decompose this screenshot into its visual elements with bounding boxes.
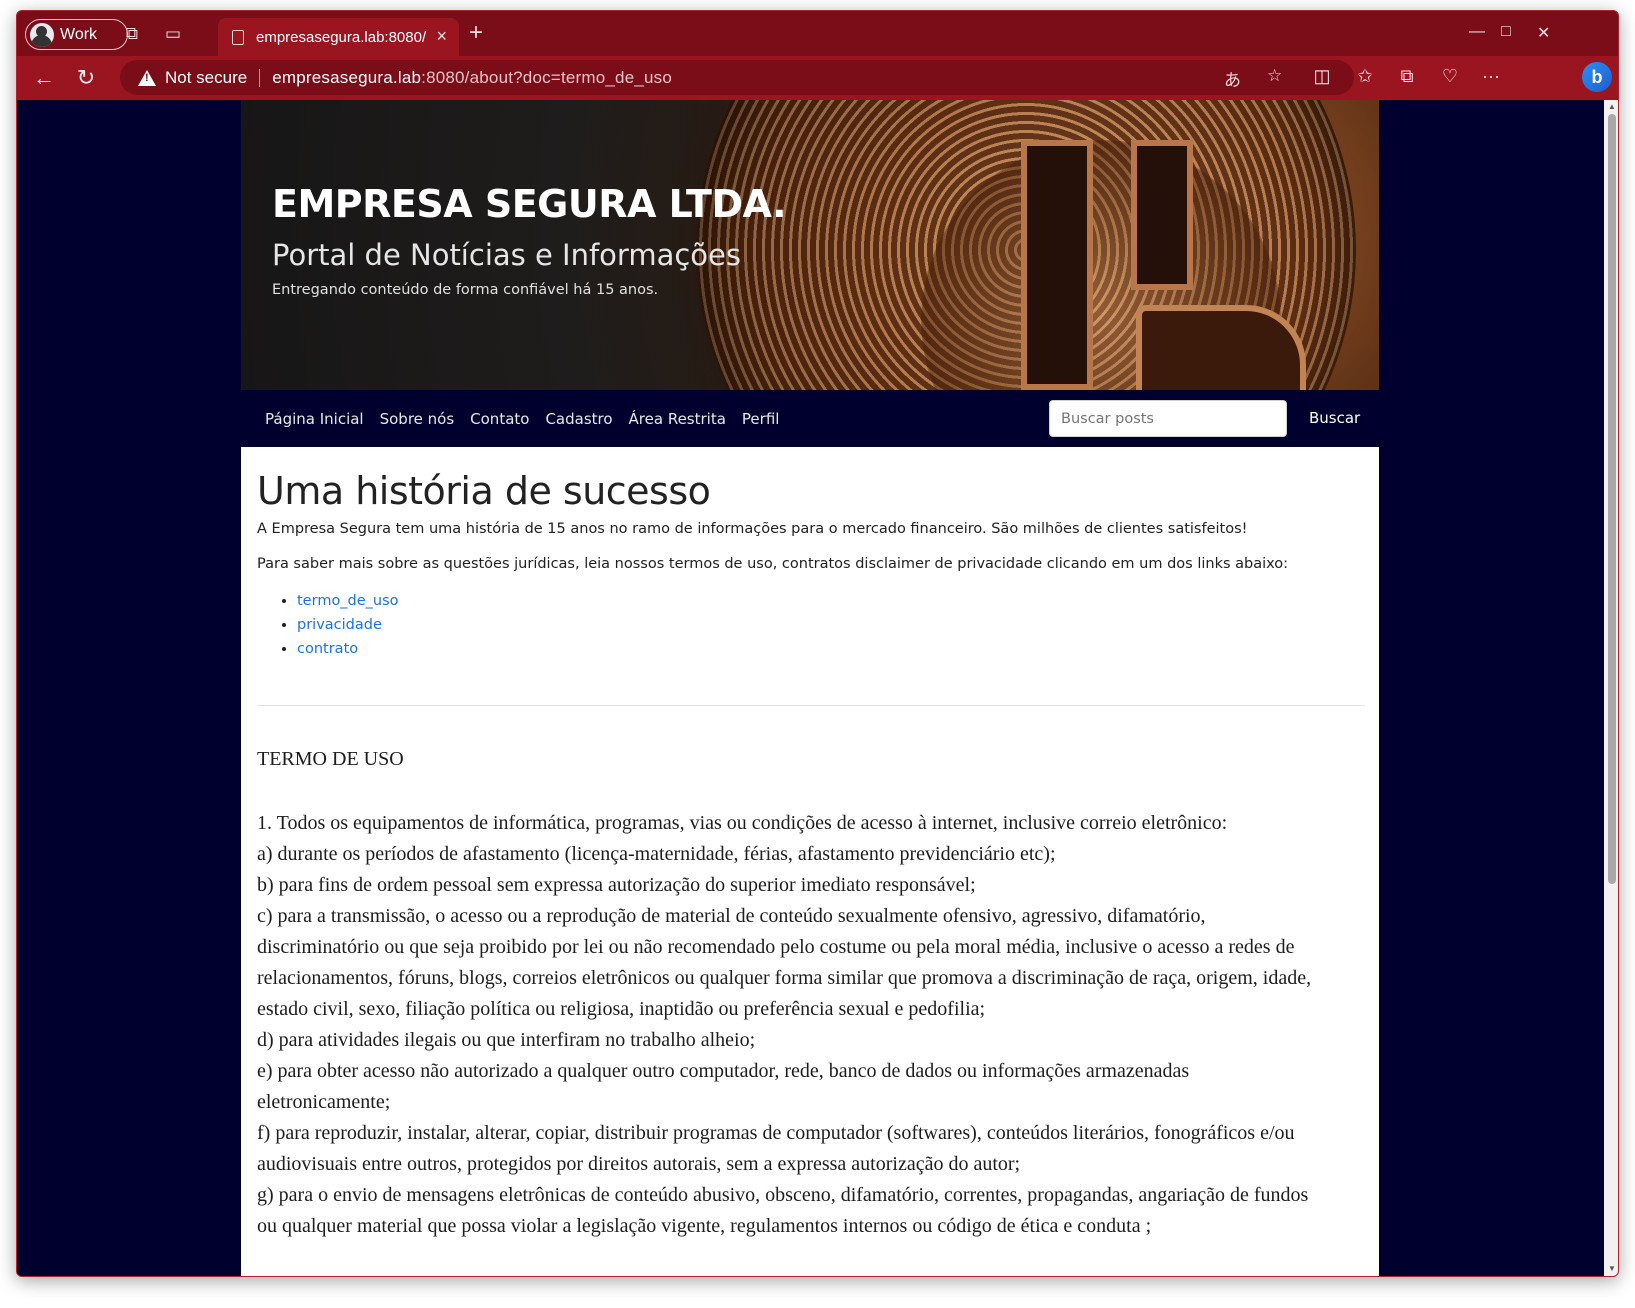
more-menu-icon[interactable]: ··· bbox=[1479, 66, 1503, 87]
browser-toolbar: ← ↻ Not secure empresasegura.lab:8080/ab… bbox=[17, 56, 1618, 100]
document-line: f) para reproduzir, instalar, alterar, c… bbox=[257, 1122, 1295, 1175]
document-line: a) durante os períodos de afastamento (l… bbox=[257, 843, 1056, 865]
url-path: :8080/about?doc=termo_de_uso bbox=[421, 67, 673, 87]
profile-button[interactable]: Work bbox=[25, 19, 128, 50]
document-line: e) para obter acesso não autorizado a qu… bbox=[257, 1060, 1190, 1113]
scroll-up-icon[interactable]: ▲ bbox=[1608, 102, 1616, 111]
document-line: d) para atividades ilegais ou que interf… bbox=[257, 1029, 756, 1051]
list-item: termo_de_uso bbox=[297, 589, 1365, 613]
browser-essentials-icon[interactable]: ♡ bbox=[1438, 66, 1462, 87]
intro-text: A Empresa Segura tem uma história de 15 … bbox=[257, 521, 1248, 537]
page-icon bbox=[232, 29, 244, 45]
avatar bbox=[30, 22, 54, 47]
coin-symbol-bar bbox=[1131, 140, 1193, 290]
address-bar[interactable]: Not secure empresasegura.lab:8080/about?… bbox=[120, 60, 1354, 95]
active-tab[interactable]: empresasegura.lab:8080/ × bbox=[218, 18, 459, 56]
link-privacidade[interactable]: privacidade bbox=[297, 617, 382, 633]
security-label[interactable]: Not secure bbox=[165, 68, 247, 88]
browser-window: Work ⧉ ▭ empresasegura.lab:8080/ × + — □… bbox=[16, 10, 1619, 1277]
split-screen-icon[interactable]: ◫ bbox=[1310, 66, 1334, 87]
document-title: TERMO DE USO bbox=[257, 748, 404, 770]
link-termo-de-uso[interactable]: termo_de_uso bbox=[297, 593, 399, 609]
main-content: Uma história de sucesso A Empresa Segura… bbox=[257, 447, 1365, 1242]
url-host: empresasegura.lab bbox=[272, 67, 422, 87]
close-window-icon[interactable]: ✕ bbox=[1537, 23, 1550, 43]
nav-links: Página Inicial Sobre nós Contato Cadastr… bbox=[265, 390, 779, 447]
divider bbox=[257, 705, 1365, 706]
page-viewport: EMPRESA SEGURA LTDA. Portal de Notícias … bbox=[17, 100, 1604, 1276]
search-button[interactable]: Buscar bbox=[1299, 400, 1370, 437]
vertical-scrollbar[interactable]: ▲ ▼ bbox=[1604, 100, 1618, 1276]
header-banner: EMPRESA SEGURA LTDA. Portal de Notícias … bbox=[241, 100, 1379, 390]
scroll-down-icon[interactable]: ▼ bbox=[1608, 1264, 1616, 1273]
close-tab-icon[interactable]: × bbox=[436, 26, 447, 47]
reload-icon[interactable]: ↻ bbox=[73, 65, 99, 91]
maximize-icon[interactable]: □ bbox=[1501, 23, 1511, 41]
document-line: 1. Todos os equipamentos de informática,… bbox=[257, 812, 1228, 834]
tab-bar: Work ⧉ ▭ empresasegura.lab:8080/ × + — □… bbox=[17, 11, 1618, 56]
coin-symbol-bowl bbox=[1136, 305, 1306, 390]
nav-register[interactable]: Cadastro bbox=[545, 410, 612, 428]
warning-icon bbox=[138, 69, 156, 86]
nav-about[interactable]: Sobre nós bbox=[380, 410, 455, 428]
workspaces-icon[interactable]: ⧉ bbox=[121, 23, 143, 45]
back-icon[interactable]: ← bbox=[31, 65, 57, 91]
site-title: EMPRESA SEGURA LTDA. bbox=[272, 182, 787, 226]
nav-home[interactable]: Página Inicial bbox=[265, 410, 364, 428]
minimize-icon[interactable]: — bbox=[1469, 23, 1485, 41]
document-body: 1. Todos os equipamentos de informática,… bbox=[257, 808, 1317, 1242]
site-tagline: Entregando conteúdo de forma confiável h… bbox=[272, 282, 659, 298]
new-tab-icon[interactable]: + bbox=[469, 21, 483, 45]
tab-title: empresasegura.lab:8080/ bbox=[256, 28, 427, 46]
url-text[interactable]: empresasegura.lab:8080/about?doc=termo_d… bbox=[272, 68, 672, 88]
document-line: c) para a transmissão, o acesso ou a rep… bbox=[257, 905, 1312, 1020]
links-intro-text: Para saber mais sobre as questões jurídi… bbox=[257, 556, 1289, 572]
favorite-star-icon[interactable]: ☆ bbox=[1267, 66, 1282, 86]
coin-symbol-bar bbox=[1021, 140, 1093, 390]
copilot-icon[interactable]: b bbox=[1582, 62, 1612, 92]
nav-profile[interactable]: Perfil bbox=[742, 410, 780, 428]
doc-links-list: termo_de_uso privacidade contrato bbox=[257, 589, 1365, 661]
favorites-icon[interactable]: ✩ bbox=[1353, 66, 1377, 87]
divider bbox=[259, 68, 261, 87]
document-line: g) para o envio de mensagens eletrônicas… bbox=[257, 1184, 1309, 1237]
nav-restricted[interactable]: Área Restrita bbox=[629, 410, 726, 428]
list-item: contrato bbox=[297, 637, 1365, 661]
link-contrato[interactable]: contrato bbox=[297, 641, 358, 657]
document-line: b) para fins de ordem pessoal sem expres… bbox=[257, 874, 976, 896]
scrollbar-thumb[interactable] bbox=[1608, 114, 1616, 884]
document-section: TERMO DE USO 1. Todos os equipamentos de… bbox=[257, 748, 1365, 1242]
translate-icon[interactable]: あ bbox=[1224, 66, 1241, 91]
nav-contact[interactable]: Contato bbox=[470, 410, 529, 428]
search-input[interactable] bbox=[1049, 400, 1287, 437]
page-container: EMPRESA SEGURA LTDA. Portal de Notícias … bbox=[241, 100, 1379, 1276]
profile-label: Work bbox=[60, 25, 98, 43]
collections-icon[interactable]: ⧉ bbox=[1395, 66, 1419, 87]
tab-actions-icon[interactable]: ▭ bbox=[162, 23, 184, 45]
page-title: Uma história de sucesso bbox=[257, 469, 711, 513]
site-subtitle: Portal de Notícias e Informações bbox=[272, 238, 741, 272]
site-navbar: Página Inicial Sobre nós Contato Cadastr… bbox=[241, 390, 1379, 447]
list-item: privacidade bbox=[297, 613, 1365, 637]
